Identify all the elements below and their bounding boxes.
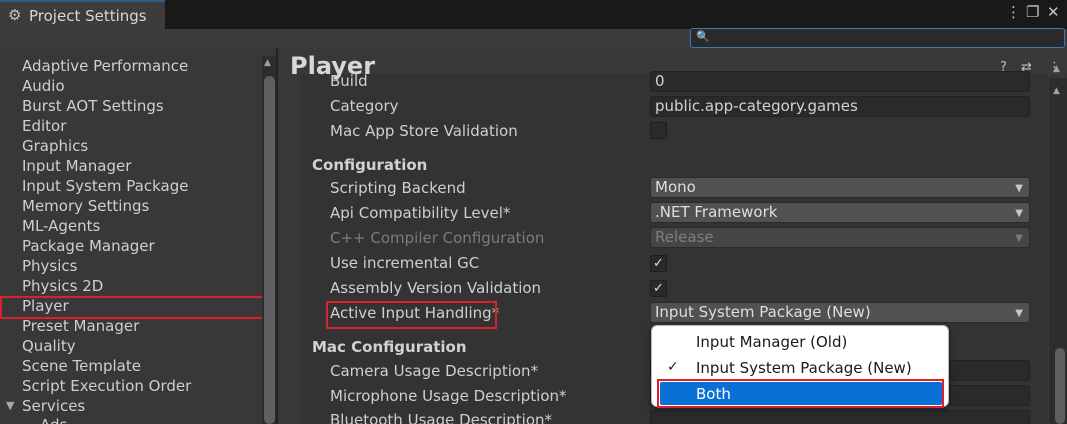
api-level-label: Api Compatibility Level* bbox=[330, 204, 511, 222]
sidebar-item-quality[interactable]: Quality bbox=[22, 336, 76, 356]
mac-validation-checkbox[interactable] bbox=[650, 122, 667, 139]
active-input-highlight bbox=[326, 301, 497, 329]
popup-option-input-manager[interactable]: Input Manager (Old) bbox=[696, 333, 847, 351]
active-input-value: Input System Package (New) bbox=[655, 303, 871, 321]
cpp-config-dropdown: Release ▼ bbox=[650, 227, 1030, 248]
assembly-validation-label: Assembly Version Validation bbox=[330, 279, 542, 297]
build-field[interactable]: 0 bbox=[650, 71, 1030, 92]
cpp-config-label: C++ Compiler Configuration bbox=[330, 229, 545, 247]
sidebar-item-editor[interactable]: Editor bbox=[22, 116, 66, 136]
settings-nav: Adaptive Performance Audio Burst AOT Set… bbox=[0, 48, 276, 424]
scroll-up-icon[interactable]: ▲ bbox=[1053, 64, 1060, 74]
active-input-dropdown[interactable]: Input System Package (New) ▼ bbox=[650, 302, 1030, 323]
chevron-down-icon: ▼ bbox=[1015, 233, 1023, 244]
sidebar-item-physics[interactable]: Physics bbox=[22, 256, 77, 276]
chevron-down-icon: ▼ bbox=[1015, 183, 1023, 194]
chevron-down-icon: ▼ bbox=[1015, 308, 1023, 319]
more-options-icon[interactable]: ⋮ bbox=[1006, 3, 1021, 21]
sidebar-item-adaptive-performance[interactable]: Adaptive Performance bbox=[22, 56, 188, 76]
bluetooth-usage-field[interactable] bbox=[650, 410, 1030, 424]
bluetooth-usage-label: Bluetooth Usage Description* bbox=[330, 411, 553, 424]
sidebar-item-audio[interactable]: Audio bbox=[22, 76, 65, 96]
popup-option-highlight bbox=[657, 379, 944, 408]
search-input[interactable]: 🔍 bbox=[690, 28, 1065, 48]
window-tab[interactable]: ⚙ Project Settings bbox=[0, 0, 165, 29]
close-icon[interactable]: ✕ bbox=[1047, 3, 1060, 21]
build-label: Build bbox=[330, 72, 368, 90]
camera-usage-label: Camera Usage Description* bbox=[330, 362, 539, 380]
cpp-config-value: Release bbox=[655, 228, 714, 246]
scripting-backend-dropdown[interactable]: Mono ▼ bbox=[650, 177, 1030, 198]
check-icon: ✓ bbox=[667, 359, 679, 375]
mac-validation-label: Mac App Store Validation bbox=[330, 122, 518, 140]
sidebar-item-memory-settings[interactable]: Memory Settings bbox=[22, 196, 149, 216]
assembly-validation-checkbox[interactable]: ✓ bbox=[650, 280, 667, 297]
sidebar-item-burst-aot-settings[interactable]: Burst AOT Settings bbox=[22, 96, 164, 116]
sidebar-item-physics-2d[interactable]: Physics 2D bbox=[22, 276, 103, 296]
sidebar-item-preset-manager[interactable]: Preset Manager bbox=[22, 316, 139, 336]
sidebar-item-scene-template[interactable]: Scene Template bbox=[22, 356, 141, 376]
left-scrollbar-thumb[interactable] bbox=[264, 76, 275, 424]
scroll-up-icon[interactable]: ▲ bbox=[264, 58, 271, 68]
sidebar-item-package-manager[interactable]: Package Manager bbox=[22, 236, 155, 256]
popup-option-input-system-package[interactable]: Input System Package (New) bbox=[696, 359, 912, 377]
scripting-backend-label: Scripting Backend bbox=[330, 179, 466, 197]
incremental-gc-label: Use incremental GC bbox=[330, 254, 480, 272]
incremental-gc-checkbox[interactable]: ✓ bbox=[650, 255, 667, 272]
chevron-down-icon: ▼ bbox=[1015, 208, 1023, 219]
scroll-up-icon[interactable]: ▲ bbox=[1053, 86, 1060, 96]
sidebar-item-input-manager[interactable]: Input Manager bbox=[22, 156, 131, 176]
scripting-backend-value: Mono bbox=[655, 178, 696, 196]
maximize-icon[interactable]: ❐ bbox=[1026, 3, 1039, 21]
sidebar-item-script-execution-order[interactable]: Script Execution Order bbox=[22, 376, 191, 396]
mac-configuration-header: Mac Configuration bbox=[312, 338, 467, 356]
api-level-dropdown[interactable]: .NET Framework ▼ bbox=[650, 202, 1030, 223]
category-field[interactable]: public.app-category.games bbox=[650, 96, 1030, 117]
gear-icon: ⚙ bbox=[8, 6, 22, 24]
search-icon: 🔍 bbox=[696, 30, 710, 43]
expand-arrow-icon[interactable]: ▼ bbox=[6, 399, 14, 412]
api-level-value: .NET Framework bbox=[655, 203, 778, 221]
sidebar-item-input-system-package[interactable]: Input System Package bbox=[22, 176, 189, 196]
sidebar-item-ads[interactable]: Ads bbox=[40, 415, 67, 424]
title-bar: ⚙ Project Settings ⋮ ❐ ✕ bbox=[0, 0, 1067, 29]
sidebar-item-ml-agents[interactable]: ML-Agents bbox=[22, 216, 100, 236]
microphone-usage-label: Microphone Usage Description* bbox=[330, 387, 567, 405]
selected-nav-highlight bbox=[0, 296, 264, 319]
category-label: Category bbox=[330, 97, 399, 115]
sidebar-item-graphics[interactable]: Graphics bbox=[22, 136, 88, 156]
configuration-header: Configuration bbox=[312, 156, 428, 174]
sidebar-item-services[interactable]: Services bbox=[22, 396, 85, 416]
window-title: Project Settings bbox=[29, 7, 147, 25]
right-scrollbar-thumb[interactable] bbox=[1055, 348, 1065, 424]
